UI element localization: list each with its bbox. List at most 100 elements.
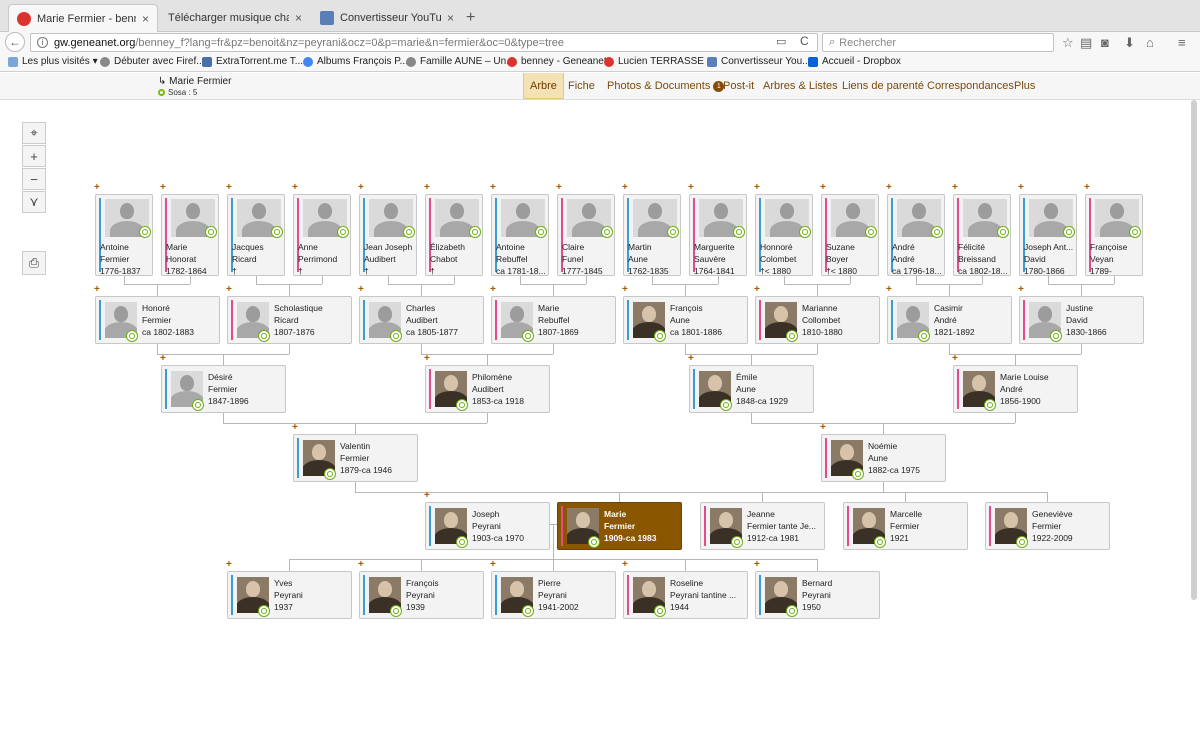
bookmark-star-icon[interactable]: ☆ [1062,35,1074,51]
person-card[interactable]: Honnoré Colombet †< 1880 [755,194,813,276]
vertical-scrollbar[interactable] [1191,100,1197,600]
back-button[interactable]: ← [5,32,25,52]
tab-liens-parente[interactable]: Liens de parenté [842,73,924,99]
expand-ancestors-icon[interactable]: + [94,284,100,295]
expand-ancestors-icon[interactable]: + [754,284,760,295]
reader-view-icon[interactable]: ▭ [776,35,786,48]
expand-ancestors-icon[interactable]: + [952,182,958,193]
bookmark-most-visited[interactable]: Les plus visités ▾ [8,56,98,67]
person-card[interactable]: Félicité Breissand ca 1802-18... [953,194,1011,276]
close-tab-icon[interactable]: × [142,12,149,26]
expand-ancestors-icon[interactable]: + [358,182,364,193]
expand-ancestors-icon[interactable]: + [820,422,826,433]
bookmark-benney[interactable]: benney - Geneanet [507,56,607,67]
zoom-out-button[interactable]: − [22,168,46,190]
tab-photos-documents[interactable]: Photos & Documents 1 [607,73,725,99]
current-person-name[interactable]: Marie Fermier [169,76,231,87]
search-input[interactable]: ⌕ Rechercher [822,33,1054,52]
person-card[interactable]: Jeanne Fermier tante Je... 1912-ca 1981 [700,502,825,550]
expand-ancestors-icon[interactable]: + [226,182,232,193]
expand-ancestors-icon[interactable]: + [424,490,430,501]
expand-ancestors-icon[interactable]: + [1084,182,1090,193]
person-card[interactable]: Martin Aune 1762-1835 [623,194,681,276]
pocket-icon[interactable]: ◙ [1101,35,1109,50]
person-card[interactable]: Claire Funel 1777-1845 [557,194,615,276]
print-button[interactable]: ⎙ [22,251,46,275]
person-card[interactable]: Antoine Rebuffel ca 1781-18... [491,194,549,276]
expand-ancestors-icon[interactable]: + [886,284,892,295]
browser-tab-telecharger[interactable]: Télécharger musique chanson f... × [160,4,310,32]
person-card[interactable]: François Peyrani 1939 [359,571,484,619]
person-card[interactable]: Marcelle Fermier 1921 [843,502,968,550]
person-card[interactable]: Joseph Ant... David 1780-1866 [1019,194,1077,276]
person-card[interactable]: Émile Aune 1848-ca 1929 [689,365,814,413]
expand-ancestors-icon[interactable]: + [1018,182,1024,193]
tab-correspondances[interactable]: Correspondances [927,73,1014,99]
bookmark-convertisseur[interactable]: Convertisseur You... [707,56,811,67]
person-card[interactable]: Geneviève Fermier 1922-2009 [985,502,1110,550]
bookmarks-list-icon[interactable]: ▤ [1080,35,1092,51]
expand-ancestors-icon[interactable]: + [490,284,496,295]
center-tree-button[interactable]: ⌖ [22,122,46,144]
expand-ancestors-icon[interactable]: + [160,182,166,193]
menu-icon[interactable]: ≡ [1178,35,1186,50]
new-tab-button[interactable]: + [466,9,475,27]
person-card[interactable]: Marie Rebuffel 1807-1869 [491,296,616,344]
expand-ancestors-icon[interactable]: + [820,182,826,193]
person-card[interactable]: Jacques Ricard † [227,194,285,276]
expand-ancestors-icon[interactable]: + [754,182,760,193]
person-card[interactable]: Marie Louise André 1856-1900 [953,365,1078,413]
reload-button[interactable]: C [800,34,809,48]
person-card[interactable]: Joseph Peyrani 1903-ca 1970 [425,502,550,550]
expand-ancestors-icon[interactable]: + [952,353,958,364]
person-card[interactable]: André André ca 1796-18... [887,194,945,276]
tab-arbres-listes[interactable]: Arbres & Listes [763,73,838,99]
bookmark-dropbox[interactable]: Accueil - Dropbox [808,56,901,67]
person-card[interactable]: Honoré Fermier ca 1802-1883 [95,296,220,344]
expand-ancestors-icon[interactable]: + [490,559,496,570]
expand-ancestors-icon[interactable]: + [1018,284,1024,295]
expand-ancestors-icon[interactable]: + [424,353,430,364]
expand-ancestors-icon[interactable]: + [358,284,364,295]
expand-ancestors-icon[interactable]: + [688,182,694,193]
tab-post-it[interactable]: Post-it [723,73,754,99]
person-card[interactable]: Valentin Fermier 1879-ca 1946 [293,434,418,482]
person-card[interactable]: Yves Peyrani 1937 [227,571,352,619]
browser-tab-geneanet[interactable]: Marie Fermier - benney - G... × [8,4,158,32]
bookmark-famille-aune[interactable]: Famille AUNE – Un... [406,56,514,67]
person-card[interactable]: Marianne Collombet 1810-1880 [755,296,880,344]
person-card[interactable]: Suzane Boyer †< 1880 [821,194,879,276]
person-card[interactable]: Jean Joseph Audibert † [359,194,417,276]
person-card[interactable]: Philomène Audibert 1853-ca 1918 [425,365,550,413]
bookmark-lucien[interactable]: Lucien TERRASSE ... [604,56,715,67]
downloads-icon[interactable]: ⬇ [1124,35,1135,51]
browser-tab-convertisseur[interactable]: Convertisseur YouTube ver... × [312,4,462,32]
tab-plus[interactable]: Plus [1014,73,1035,99]
expand-tree-button[interactable]: ⋎ [22,191,46,213]
expand-ancestors-icon[interactable]: + [358,559,364,570]
bookmark-extratorrent[interactable]: ExtraTorrent.me T... [202,56,303,67]
person-card[interactable]: Charles Audibert ca 1805-1877 [359,296,484,344]
close-tab-icon[interactable]: × [447,11,454,25]
person-card[interactable]: Antoine Fermier 1776-1837 [95,194,153,276]
person-card[interactable]: Anne Perrimond † [293,194,351,276]
person-card[interactable]: Élizabeth Chabot † [425,194,483,276]
close-tab-icon[interactable]: × [295,11,302,25]
url-bar[interactable]: i gw.geneanet.org/benney_f?lang=fr&pz=be… [30,33,818,52]
expand-ancestors-icon[interactable]: + [226,559,232,570]
person-card[interactable]: Justine David 1830-1866 [1019,296,1144,344]
person-card[interactable]: Casimir André 1821-1892 [887,296,1012,344]
expand-ancestors-icon[interactable]: + [226,284,232,295]
person-card[interactable]: Françoise Veyan 1789- [1085,194,1143,276]
expand-ancestors-icon[interactable]: + [688,353,694,364]
expand-ancestors-icon[interactable]: + [754,559,760,570]
expand-ancestors-icon[interactable]: + [94,182,100,193]
person-card[interactable]: Marie Honorat 1782-1864 [161,194,219,276]
home-icon[interactable]: ⌂ [1146,35,1154,50]
expand-ancestors-icon[interactable]: + [292,182,298,193]
expand-ancestors-icon[interactable]: + [292,422,298,433]
site-info-icon[interactable]: i [37,37,48,48]
person-card[interactable]: Désiré Fermier 1847-1896 [161,365,286,413]
expand-ancestors-icon[interactable]: + [622,284,628,295]
zoom-in-button[interactable]: + [22,145,46,167]
